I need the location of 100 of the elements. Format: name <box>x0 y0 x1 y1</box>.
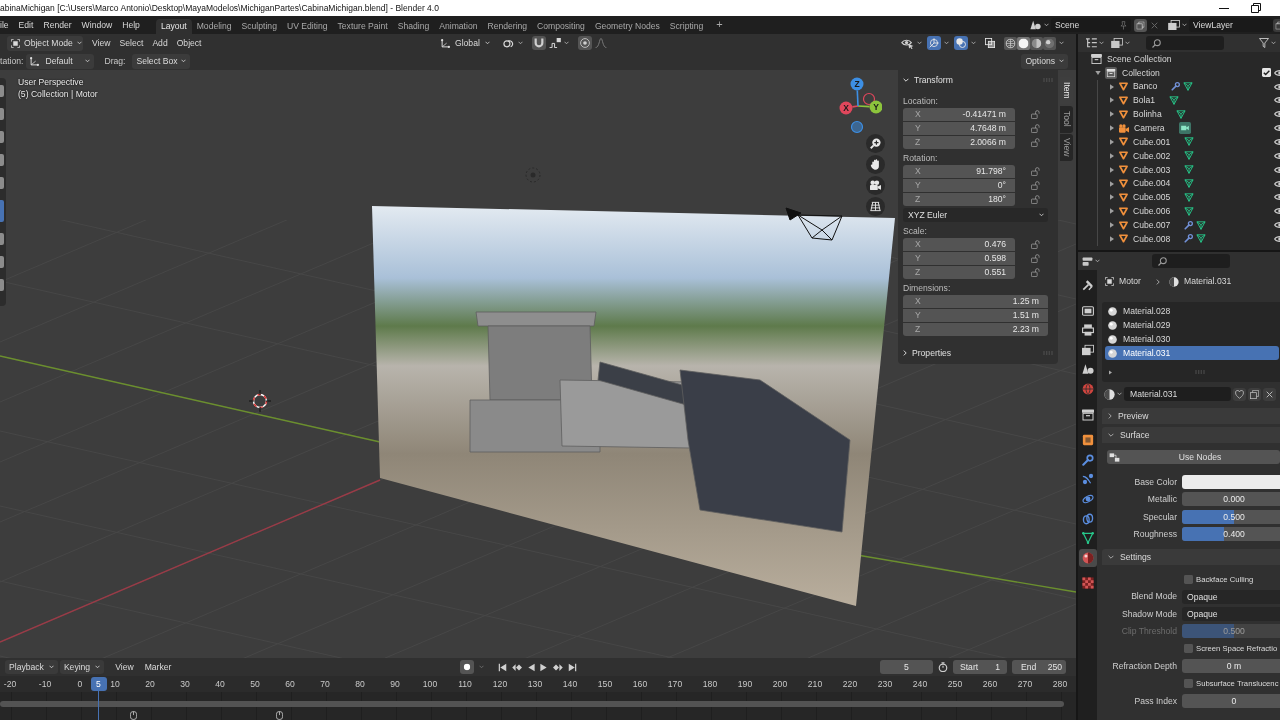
checkbox[interactable] <box>1184 574 1193 584</box>
panel-header[interactable]: Preview <box>1102 408 1280 424</box>
workspace-tab[interactable]: Sculpting <box>236 19 282 34</box>
chevron-icon[interactable] <box>1271 41 1276 45</box>
number-field[interactable]: X 0.476 <box>903 238 1015 251</box>
panel-header[interactable]: Properties <box>903 344 1053 362</box>
copy-icon[interactable] <box>1134 18 1147 32</box>
outliner-item[interactable]: Cube.001 <box>1133 136 1171 148</box>
view-layer-field[interactable]: ViewLayer <box>1189 18 1273 32</box>
padlock-icon[interactable] <box>1031 181 1040 190</box>
expand-arrow-icon[interactable] <box>1110 235 1114 242</box>
color-field[interactable] <box>1182 475 1280 489</box>
menu-item[interactable]: Add <box>152 37 168 49</box>
drag-dropdown[interactable]: Select Box <box>132 53 190 69</box>
chevron-icon[interactable] <box>1117 392 1122 396</box>
checkbox[interactable] <box>1262 68 1271 78</box>
minimize-icon[interactable] <box>1219 7 1229 9</box>
rotation-mode-dropdown[interactable]: XYZ Euler <box>903 208 1048 222</box>
material-name-field[interactable]: Material.031 <box>1124 387 1231 401</box>
material-slot[interactable]: Material.030 <box>1105 332 1279 346</box>
mesh-data-icon[interactable] <box>1184 192 1195 202</box>
snap-target-icon[interactable] <box>548 38 561 48</box>
number-field[interactable]: Y 0.598 <box>903 252 1015 265</box>
mesh-data-icon[interactable] <box>1169 95 1179 105</box>
outliner-item[interactable]: Scene Collection <box>1107 53 1172 65</box>
camera-data-icon[interactable] <box>1178 122 1191 135</box>
magnet-icon[interactable] <box>531 36 546 50</box>
orientation-dropdown[interactable]: Global <box>440 35 491 51</box>
outliner-item[interactable]: Cube.005 <box>1133 192 1171 203</box>
expand-arrow-icon[interactable] <box>1110 180 1114 187</box>
menu-item[interactable]: Select <box>119 37 144 49</box>
scene-field[interactable]: Scene <box>1051 18 1131 32</box>
expand-arrow-icon[interactable] <box>1109 369 1112 375</box>
mesh-data-icon[interactable] <box>1184 165 1195 175</box>
tool-icon[interactable] <box>0 279 4 291</box>
zoom-icon[interactable] <box>866 133 885 153</box>
expand-arrow-icon[interactable] <box>1110 97 1114 104</box>
view-layer-icon[interactable] <box>1168 20 1180 30</box>
padlock-icon[interactable] <box>1031 195 1040 204</box>
outliner-item[interactable]: Bola1 <box>1133 95 1155 106</box>
play-icon[interactable] <box>540 662 547 672</box>
menu-item[interactable]: Marker <box>144 661 172 673</box>
current-frame-field[interactable]: 5 <box>880 660 933 674</box>
next-keyframe-icon[interactable] <box>552 662 563 672</box>
number-field[interactable]: X 1.25 m <box>903 295 1048 308</box>
search-field[interactable] <box>1146 36 1224 50</box>
dropdown[interactable]: Opaque <box>1182 589 1280 604</box>
expand-arrow-icon[interactable] <box>1110 152 1114 159</box>
padlock-icon[interactable] <box>1031 110 1040 119</box>
number-field[interactable]: X -0.41471 m <box>903 108 1015 121</box>
outliner-item[interactable]: Cube.006 <box>1133 206 1171 217</box>
menu-item[interactable]: ile <box>0 16 9 34</box>
tool-icon[interactable] <box>0 85 4 97</box>
workspace-tab[interactable]: UV Editing <box>281 19 333 34</box>
expand-arrow-icon[interactable] <box>1110 139 1114 145</box>
negative-axis-handle[interactable] <box>850 120 864 134</box>
number-field[interactable]: Z 180° <box>903 193 1015 206</box>
outliner-item[interactable]: Cube.007 <box>1133 219 1171 231</box>
mesh-data-icon[interactable] <box>1184 206 1195 216</box>
chevron-icon[interactable] <box>563 41 569 45</box>
circle-dot-icon[interactable] <box>577 36 592 50</box>
sidebar-tab[interactable]: Tool <box>1060 105 1073 133</box>
camera-icon[interactable] <box>1119 123 1129 133</box>
crosshair-cursor-icon[interactable] <box>248 389 272 413</box>
end-frame-field[interactable]: End 250 <box>1012 660 1066 674</box>
list-icon[interactable] <box>1085 38 1097 48</box>
playhead[interactable]: 5 <box>90 677 107 720</box>
gizmo-icon[interactable] <box>927 36 941 50</box>
options-dropdown[interactable]: Options <box>1021 53 1068 69</box>
expand-arrow-icon[interactable] <box>1110 166 1114 173</box>
padlock-icon[interactable] <box>1031 254 1040 263</box>
menu-dropdown[interactable]: Keying <box>59 660 105 674</box>
mesh-data-icon[interactable] <box>1184 137 1195 147</box>
padlock-icon[interactable] <box>1031 268 1040 277</box>
panel-header[interactable]: Transform <box>903 71 1053 89</box>
outliner-item[interactable]: Cube.002 <box>1133 150 1171 161</box>
material-slot[interactable]: Material.029 <box>1105 318 1279 332</box>
expand-arrow-icon[interactable] <box>1110 222 1114 229</box>
number-field[interactable]: Y 0° <box>903 179 1015 192</box>
hand-icon[interactable] <box>866 154 885 174</box>
restore-icon[interactable] <box>1251 3 1261 13</box>
number-field[interactable]: 0 <box>1182 693 1280 708</box>
add-workspace-button[interactable]: + <box>708 16 731 34</box>
camera-object-drawing[interactable] <box>785 207 843 241</box>
negative-axis-handle[interactable] <box>862 92 876 106</box>
eye-pointer-icon[interactable] <box>901 37 914 49</box>
padlock-icon[interactable] <box>1031 240 1040 249</box>
start-frame-field[interactable]: Start 1 <box>953 660 1007 674</box>
padlock-icon[interactable] <box>1031 167 1040 176</box>
filter-icon[interactable] <box>1259 38 1269 48</box>
expand-arrow-icon[interactable] <box>1110 208 1114 215</box>
panel-header[interactable]: Settings <box>1102 549 1280 566</box>
outliner-item[interactable]: Banco <box>1133 81 1158 92</box>
sidebar-tab[interactable]: View <box>1060 134 1073 161</box>
chevron-icon[interactable] <box>1125 41 1130 45</box>
workspace-tab[interactable]: Scripting <box>664 19 709 34</box>
two-rings-icon[interactable] <box>502 38 515 48</box>
workspace-tab[interactable]: Texture Paint <box>332 19 393 34</box>
menu-item[interactable]: View <box>115 661 134 673</box>
number-field[interactable]: Y 4.7648 m <box>903 122 1015 135</box>
